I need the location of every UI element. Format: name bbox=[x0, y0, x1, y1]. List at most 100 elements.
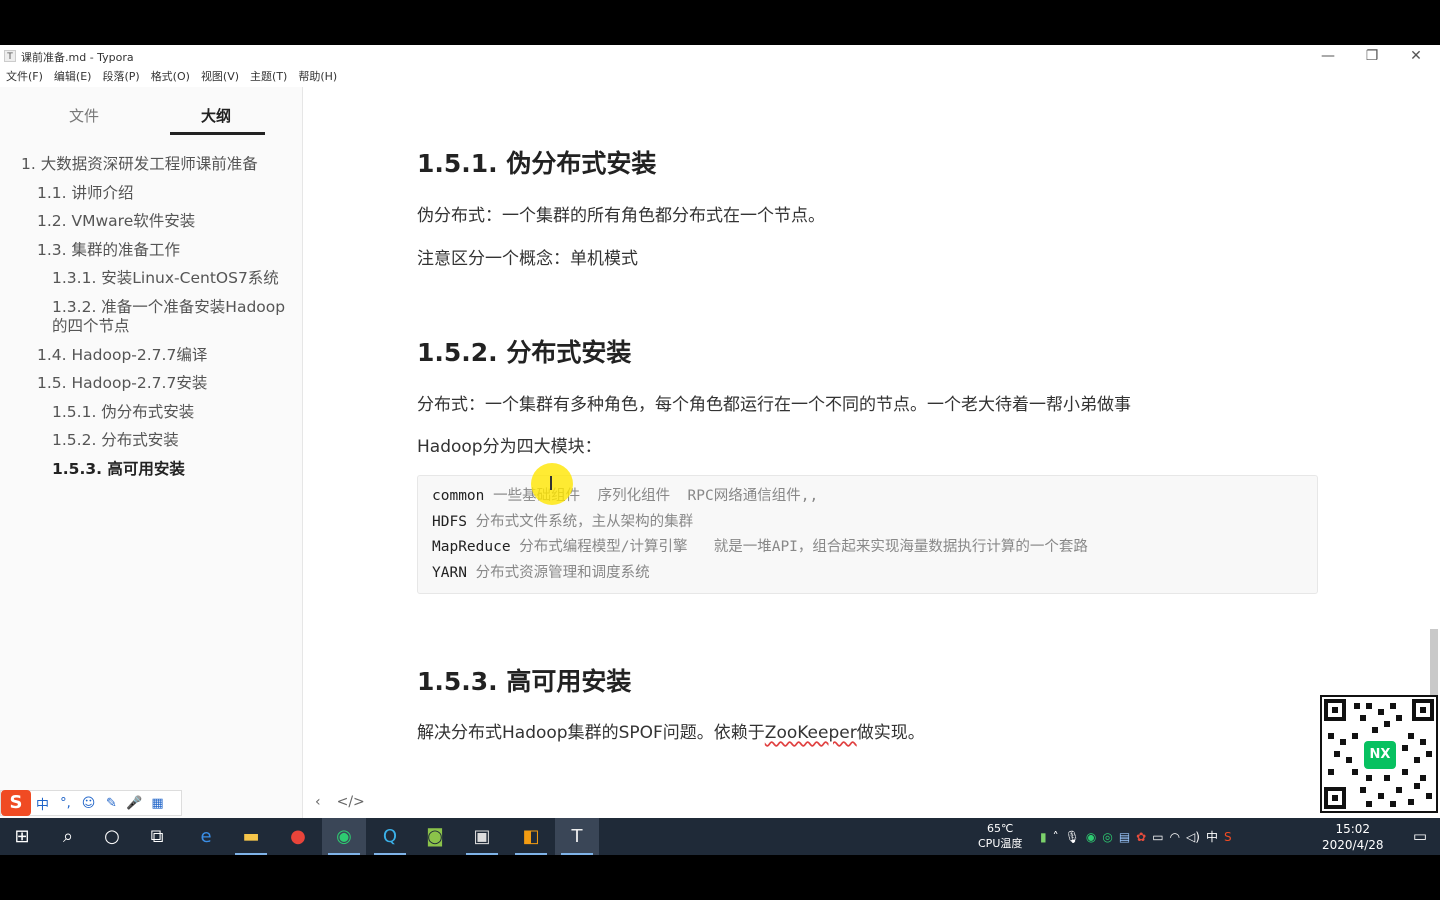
paragraph: 分布式：一个集群有多种角色，每个角色都运行在一个不同的节点。一个老大待着一帮小弟… bbox=[417, 395, 1131, 415]
menu-file[interactable]: 文件(F) bbox=[6, 67, 43, 87]
sogou-tray-icon[interactable]: S bbox=[1224, 830, 1232, 844]
emoji-icon[interactable]: ☺ bbox=[77, 796, 100, 811]
code-keyword: YARN bbox=[432, 564, 467, 581]
paragraph: Hadoop分为四大模块： bbox=[417, 437, 602, 457]
wechat-tray-icon[interactable]: ◉ bbox=[1086, 830, 1096, 844]
text-cursor bbox=[550, 476, 552, 490]
code-comment: 分布式文件系统，主从架构的集群 bbox=[466, 513, 694, 530]
cpu-temperature[interactable]: 65℃ CPU温度 bbox=[978, 821, 1022, 851]
menu-theme[interactable]: 主题(T) bbox=[250, 67, 287, 87]
chevron-up-icon[interactable]: ˄ bbox=[1053, 830, 1059, 844]
mouse-highlight bbox=[531, 463, 573, 505]
code-line: MapReduce 分布式编程模型/计算引擎 就是一堆API，组合起来实现海量数… bbox=[432, 535, 1303, 561]
outline-item[interactable]: 1.3.2. 准备一个准备安装Hadoop bbox=[52, 298, 285, 317]
outline-item[interactable]: 1.5.1. 伪分布式安装 bbox=[52, 403, 194, 422]
code-keyword: HDFS bbox=[432, 513, 467, 530]
clock-time: 15:02 bbox=[1335, 822, 1371, 836]
bottom-letterbox bbox=[0, 855, 1440, 900]
outline-item[interactable]: 1.4. Hadoop-2.7.7编译 bbox=[37, 346, 207, 365]
editor-content[interactable]: 1.5.1. 伪分布式安装 伪分布式：一个集群的所有角色都分布式在一个节点。 注… bbox=[304, 87, 1438, 818]
device-icon[interactable]: ▭ bbox=[1152, 830, 1163, 844]
editor-bottom-controls: ‹ </> bbox=[315, 794, 365, 810]
outline-item[interactable]: 1.3. 集群的准备工作 bbox=[37, 241, 180, 260]
menu-view[interactable]: 视图(V) bbox=[201, 67, 239, 87]
code-comment: 分布式编程模型/计算引擎 就是一堆API，组合起来实现海量数据执行计算的一个套路 bbox=[510, 539, 1088, 555]
outline-item[interactable]: 1. 大数据资深研发工程师课前准备 bbox=[21, 155, 258, 174]
paragraph-text: 解决分布式Hadoop集群的SPOF问题。依赖于 bbox=[417, 723, 765, 743]
taskbar: ⊞ ⌕ ○ ⧉ e ▬ ● ◉ Q ◙ ▣ ◧ T 65℃ CPU温度 ▮ ˄ … bbox=[0, 818, 1440, 855]
menu-format[interactable]: 格式(O) bbox=[151, 67, 190, 87]
huawei-icon[interactable]: ✿ bbox=[1136, 830, 1146, 844]
window-title: 课前准备.md - Typora bbox=[21, 51, 134, 64]
sogou-logo-icon[interactable]: S bbox=[1, 790, 31, 816]
heading-1-5-2: 1.5.2. 分布式安装 bbox=[417, 338, 632, 367]
typora-icon[interactable]: T bbox=[555, 818, 599, 855]
code-comment: 分布式资源管理和调度系统 bbox=[466, 564, 650, 581]
active-tab-indicator bbox=[170, 132, 265, 135]
paragraph-text: 做实现。 bbox=[856, 723, 925, 743]
outline-item[interactable]: 1.2. VMware软件安装 bbox=[37, 212, 195, 231]
menu-paragraph[interactable]: 段落(P) bbox=[102, 67, 139, 87]
outline-item[interactable]: 1.5. Hadoop-2.7.7安装 bbox=[37, 374, 207, 393]
ime-toolbar: S 中 °, ☺ ✎ 🎤 ▦ bbox=[0, 790, 182, 816]
top-letterbox bbox=[0, 0, 1440, 45]
paragraph: 注意区分一个概念：单机模式 bbox=[417, 249, 638, 269]
vm-icon[interactable]: ▣ bbox=[460, 818, 504, 855]
outline-item-continued[interactable]: 的四个节点 bbox=[52, 317, 130, 336]
ime-lang-button[interactable]: 中 bbox=[31, 794, 54, 813]
menu-bar: 文件(F) 编辑(E) 段落(P) 格式(O) 视图(V) 主题(T) 帮助(H… bbox=[0, 67, 348, 87]
handwrite-icon[interactable]: ✎ bbox=[100, 796, 123, 811]
qr-center-logo: NX bbox=[1364, 741, 1396, 769]
system-tray: ▮ ˄ 🎙 ◉ ◎ ▤ ✿ ▭ ◠ ◁) 中 S bbox=[1040, 818, 1232, 855]
close-button[interactable]: ✕ bbox=[1394, 45, 1438, 67]
ime-lang-indicator[interactable]: 中 bbox=[1206, 828, 1218, 845]
code-keyword: MapReduce bbox=[432, 539, 511, 555]
paragraph: 解决分布式Hadoop集群的SPOF问题。依赖于ZooKeeper做实现。 bbox=[417, 718, 925, 743]
tab-files[interactable]: 文件 bbox=[69, 105, 99, 126]
chrome-icon[interactable]: ● bbox=[276, 818, 320, 855]
wechat-icon[interactable]: ◉ bbox=[322, 818, 366, 855]
outline-item[interactable]: 1.3.1. 安装Linux-CentOS7系统 bbox=[52, 269, 279, 288]
typora-app-icon: T bbox=[4, 50, 16, 62]
toolbox-icon[interactable]: ▦ bbox=[146, 796, 169, 811]
cortana-icon[interactable]: ○ bbox=[90, 818, 134, 855]
start-icon[interactable]: ⊞ bbox=[0, 818, 44, 855]
sidebar: 文件 大纲 1. 大数据资深研发工程师课前准备 1.1. 讲师介绍 1.2. V… bbox=[0, 87, 303, 818]
paragraph: 伪分布式：一个集群的所有角色都分布式在一个节点。 bbox=[417, 206, 825, 226]
code-keyword: common bbox=[432, 488, 485, 504]
wechat-work-icon[interactable]: ◎ bbox=[1102, 830, 1112, 844]
app-icon[interactable]: ◙ bbox=[413, 818, 457, 855]
ime-punct-button[interactable]: °, bbox=[54, 796, 77, 811]
sublime-icon[interactable]: ◧ bbox=[509, 818, 553, 855]
search-tool-icon[interactable]: Q bbox=[368, 818, 412, 855]
tool-icon[interactable]: ▤ bbox=[1119, 830, 1130, 844]
outline-item[interactable]: 1.5.2. 分布式安装 bbox=[52, 431, 179, 450]
tab-outline[interactable]: 大纲 bbox=[201, 105, 231, 126]
notification-icon[interactable]: ▭ bbox=[1400, 818, 1440, 855]
minimize-button[interactable]: — bbox=[1306, 45, 1350, 67]
outline-item[interactable]: 1.1. 讲师介绍 bbox=[37, 184, 134, 203]
file-explorer-icon[interactable]: ▬ bbox=[229, 818, 273, 855]
volume-icon[interactable]: ◁) bbox=[1186, 830, 1200, 844]
maximize-button[interactable]: ❐ bbox=[1350, 45, 1394, 67]
edge-icon[interactable]: e bbox=[184, 818, 228, 855]
menu-edit[interactable]: 编辑(E) bbox=[54, 67, 92, 87]
microphone-icon[interactable]: 🎤 bbox=[123, 796, 146, 811]
battery-icon[interactable]: ▮ bbox=[1040, 830, 1047, 844]
source-code-icon[interactable]: </> bbox=[337, 794, 365, 810]
task-view-icon[interactable]: ⧉ bbox=[135, 818, 179, 855]
clock[interactable]: 15:02 2020/4/28 bbox=[1322, 821, 1384, 853]
microphone-icon[interactable]: 🎙 bbox=[1065, 830, 1080, 844]
clock-date: 2020/4/28 bbox=[1322, 838, 1384, 852]
typora-window: T 课前准备.md - Typora — ❐ ✕ 文件(F) 编辑(E) 段落(… bbox=[0, 45, 1440, 818]
heading-1-5-3: 1.5.3. 高可用安装 bbox=[417, 667, 632, 696]
cpu-temp-label: CPU温度 bbox=[978, 837, 1023, 850]
outline-item-active[interactable]: 1.5.3. 高可用安装 bbox=[52, 460, 185, 479]
menu-help[interactable]: 帮助(H) bbox=[298, 67, 337, 87]
search-icon[interactable]: ⌕ bbox=[46, 818, 90, 855]
qr-code: NX bbox=[1320, 695, 1438, 813]
spellcheck-word[interactable]: ZooKeeper bbox=[765, 723, 857, 743]
wifi-icon[interactable]: ◠ bbox=[1170, 830, 1180, 844]
heading-1-5-1: 1.5.1. 伪分布式安装 bbox=[417, 149, 657, 178]
chevron-left-icon[interactable]: ‹ bbox=[315, 794, 321, 810]
